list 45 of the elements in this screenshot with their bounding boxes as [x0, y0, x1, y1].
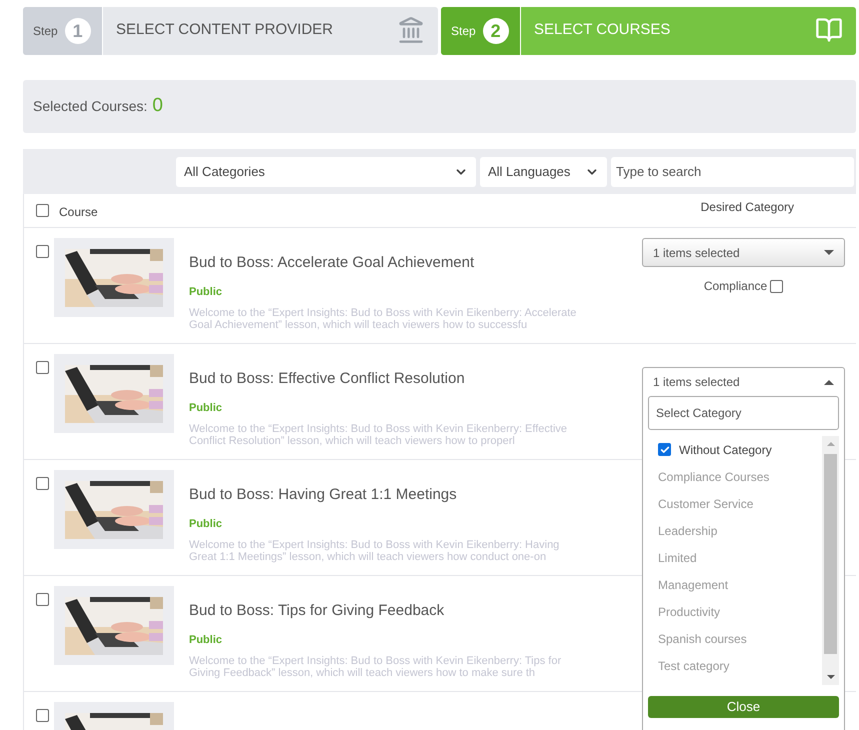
row-checkbox[interactable] [36, 593, 49, 606]
option-checkbox[interactable] [658, 443, 671, 456]
row-checkbox[interactable] [36, 477, 49, 490]
caret-icon [824, 380, 834, 384]
category-option[interactable]: Without Category [648, 436, 822, 463]
course-title[interactable]: Bud to Boss: Tips for Giving Feedback [189, 600, 579, 622]
summary-label: Selected Courses: [33, 97, 148, 116]
language-filter[interactable]: All Languages [480, 156, 607, 186]
visibility-label: Public [189, 516, 224, 532]
scrollbar[interactable] [822, 436, 839, 685]
row-checkbox[interactable] [36, 245, 49, 258]
step-title: SELECT CONTENT PROVIDER [116, 20, 333, 40]
compliance-checkbox[interactable] [770, 280, 784, 292]
column-header: Course [59, 204, 98, 221]
visibility-label: Public [189, 284, 224, 300]
course-description: Welcome to the “Expert Insights: Bud to Boss with Kevin Eikenberry: Accelerate Goal Achievement” lesson, which will teach viewers how to successfu [189, 307, 578, 331]
course-description: Welcome to the “Expert Insights: Bud to Boss with Kevin Eikenberry: Tips for Giving Feedback” lesson, which will teach viewers how to make sure th [189, 655, 562, 679]
category-search-field[interactable]: Select Category [648, 396, 839, 430]
course-title[interactable]: Bud to Boss: Having Great 1:1 Meetings [189, 484, 579, 506]
column-header: Desired Category [700, 198, 794, 216]
step-tab[interactable]: Step 1 SELECT CONTENT PROVIDER [23, 7, 438, 55]
open-book-icon [815, 16, 843, 44]
category-filter[interactable]: All Categories [176, 156, 476, 186]
row-checkbox[interactable] [36, 361, 49, 374]
step-number: 2 [482, 18, 509, 44]
selected-count: 0 [152, 94, 163, 118]
step-number: 1 [64, 18, 91, 44]
compliance-label: Compliance [704, 278, 768, 295]
course-title[interactable]: Bud to Boss: Accelerate Goal Achievement [189, 252, 579, 274]
visibility-label: Public [189, 400, 224, 416]
category-select-value[interactable]: 1 items selected [653, 373, 740, 391]
search-field[interactable]: Type to search [611, 156, 854, 186]
course-description: Welcome to the “Expert Insights: Bud to Boss with Kevin Eikenberry: Having Great 1:1 Meetings” lesson, which will teach viewers how conduct one-on [189, 539, 560, 563]
step-label: Step [33, 23, 58, 40]
visibility-label: Public [189, 632, 224, 648]
select-all-checkbox[interactable] [36, 204, 49, 217]
course-title[interactable]: Bud to Boss: Effective Conflict Resolution [189, 368, 579, 390]
category-select[interactable]: 1 items selected [642, 238, 845, 267]
row-checkbox[interactable] [36, 709, 49, 722]
caret-icon [824, 250, 834, 255]
step-label: Step [451, 23, 476, 40]
close-button[interactable]: Close [648, 696, 839, 718]
course-description: Welcome to the “Expert Insights: Bud to Boss with Kevin Eikenberry: Effective Conflict Resolution” lesson, which will teach viewers how to properl [189, 423, 568, 447]
step-title: SELECT COURSES [534, 20, 670, 40]
bank-icon [397, 16, 425, 44]
